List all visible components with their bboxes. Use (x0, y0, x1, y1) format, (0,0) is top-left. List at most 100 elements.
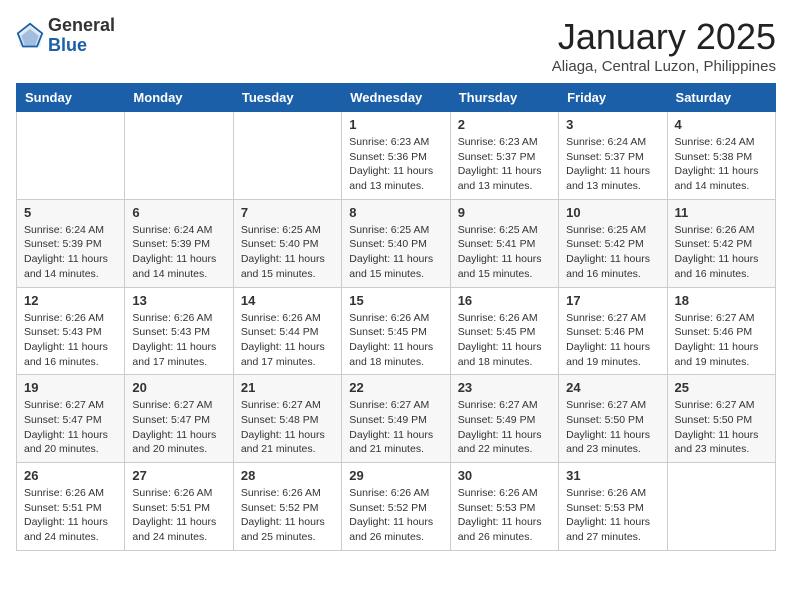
day-number: 9 (458, 205, 551, 220)
day-number: 26 (24, 468, 117, 483)
weekday-header-friday: Friday (559, 84, 667, 112)
calendar-cell: 12Sunrise: 6:26 AM Sunset: 5:43 PM Dayli… (17, 287, 125, 375)
calendar-cell: 28Sunrise: 6:26 AM Sunset: 5:52 PM Dayli… (233, 463, 341, 551)
calendar-cell: 18 Sunrise: 6:27 AM Sunset: 5:46 PM Dayli… (667, 287, 775, 375)
calendar-cell: 4 Sunrise: 6:24 AM Sunset: 5:38 PM Daylig… (667, 112, 775, 200)
calendar-cell (667, 463, 775, 551)
day-number: 15 (349, 293, 442, 308)
calendar-cell: 26 Sunrise: 6:26 AM Sunset: 5:51 PM Dayli… (17, 463, 125, 551)
day-number: 11 (675, 205, 768, 220)
day-info: Sunrise: 6:27 AM Sunset: 5:47 PM Dayligh… (24, 398, 117, 457)
logo-text: General Blue (48, 16, 115, 56)
calendar-cell: 11 Sunrise: 6:26 AM Sunset: 5:42 PM Dayli… (667, 199, 775, 287)
calendar-cell: 29 Sunrise: 6:26 AM Sunset: 5:52 PM Dayli… (342, 463, 450, 551)
calendar-week-4: 19 Sunrise: 6:27 AM Sunset: 5:47 PM Dayli… (17, 375, 776, 463)
calendar-week-1: 1Sunrise: 6:23 AM Sunset: 5:36 PM Daylig… (17, 112, 776, 200)
day-number: 5 (24, 205, 117, 220)
calendar-cell: 8 Sunrise: 6:25 AM Sunset: 5:40 PM Daylig… (342, 199, 450, 287)
calendar-cell: 10Sunrise: 6:25 AM Sunset: 5:42 PM Dayli… (559, 199, 667, 287)
title-area: January 2025 Aliaga, Central Luzon, Phil… (552, 16, 776, 75)
day-info: Sunrise: 6:26 AM Sunset: 5:52 PM Dayligh… (241, 486, 334, 545)
calendar-cell: 16 Sunrise: 6:26 AM Sunset: 5:45 PM Dayli… (450, 287, 558, 375)
day-number: 31 (566, 468, 659, 483)
day-info: Sunrise: 6:27 AM Sunset: 5:50 PM Dayligh… (566, 398, 659, 457)
calendar-cell: 5Sunrise: 6:24 AM Sunset: 5:39 PM Daylig… (17, 199, 125, 287)
day-number: 16 (458, 293, 551, 308)
calendar-cell: 13 Sunrise: 6:26 AM Sunset: 5:43 PM Dayli… (125, 287, 233, 375)
weekday-header-tuesday: Tuesday (233, 84, 341, 112)
calendar-cell: 24 Sunrise: 6:27 AM Sunset: 5:50 PM Dayli… (559, 375, 667, 463)
day-number: 3 (566, 117, 659, 132)
day-number: 19 (24, 380, 117, 395)
day-info: Sunrise: 6:26 AM Sunset: 5:53 PM Dayligh… (566, 486, 659, 545)
day-info: Sunrise: 6:26 AM Sunset: 5:43 PM Dayligh… (132, 311, 225, 370)
day-info: Sunrise: 6:27 AM Sunset: 5:49 PM Dayligh… (458, 398, 551, 457)
weekday-header-monday: Monday (125, 84, 233, 112)
day-number: 21 (241, 380, 334, 395)
day-info: Sunrise: 6:26 AM Sunset: 5:43 PM Dayligh… (24, 311, 117, 370)
day-number: 8 (349, 205, 442, 220)
calendar-cell (233, 112, 341, 200)
calendar-cell: 23Sunrise: 6:27 AM Sunset: 5:49 PM Dayli… (450, 375, 558, 463)
day-number: 24 (566, 380, 659, 395)
calendar-cell (125, 112, 233, 200)
day-info: Sunrise: 6:27 AM Sunset: 5:46 PM Dayligh… (675, 311, 768, 370)
logo-icon (16, 22, 44, 50)
day-number: 25 (675, 380, 768, 395)
calendar-cell: 21 Sunrise: 6:27 AM Sunset: 5:48 PM Dayli… (233, 375, 341, 463)
calendar-cell: 27 Sunrise: 6:26 AM Sunset: 5:51 PM Dayli… (125, 463, 233, 551)
calendar-cell: 9 Sunrise: 6:25 AM Sunset: 5:41 PM Daylig… (450, 199, 558, 287)
day-number: 30 (458, 468, 551, 483)
calendar-cell: 15 Sunrise: 6:26 AM Sunset: 5:45 PM Dayli… (342, 287, 450, 375)
location-title: Aliaga, Central Luzon, Philippines (552, 58, 776, 75)
calendar-cell: 2 Sunrise: 6:23 AM Sunset: 5:37 PM Daylig… (450, 112, 558, 200)
calendar-cell: 31 Sunrise: 6:26 AM Sunset: 5:53 PM Dayli… (559, 463, 667, 551)
calendar-cell: 6Sunrise: 6:24 AM Sunset: 5:39 PM Daylig… (125, 199, 233, 287)
weekday-header-saturday: Saturday (667, 84, 775, 112)
day-number: 20 (132, 380, 225, 395)
day-info: Sunrise: 6:26 AM Sunset: 5:42 PM Dayligh… (675, 223, 768, 282)
day-number: 27 (132, 468, 225, 483)
day-info: Sunrise: 6:26 AM Sunset: 5:53 PM Dayligh… (458, 486, 551, 545)
day-info: Sunrise: 6:26 AM Sunset: 5:45 PM Dayligh… (349, 311, 442, 370)
day-info: Sunrise: 6:25 AM Sunset: 5:40 PM Dayligh… (241, 223, 334, 282)
calendar-cell: 17 Sunrise: 6:27 AM Sunset: 5:46 PM Dayli… (559, 287, 667, 375)
calendar-cell: 7Sunrise: 6:25 AM Sunset: 5:40 PM Daylig… (233, 199, 341, 287)
day-info: Sunrise: 6:27 AM Sunset: 5:46 PM Dayligh… (566, 311, 659, 370)
day-info: Sunrise: 6:26 AM Sunset: 5:52 PM Dayligh… (349, 486, 442, 545)
day-number: 18 (675, 293, 768, 308)
day-number: 17 (566, 293, 659, 308)
day-info: Sunrise: 6:26 AM Sunset: 5:51 PM Dayligh… (24, 486, 117, 545)
calendar-week-3: 12Sunrise: 6:26 AM Sunset: 5:43 PM Dayli… (17, 287, 776, 375)
calendar-week-2: 5Sunrise: 6:24 AM Sunset: 5:39 PM Daylig… (17, 199, 776, 287)
day-number: 29 (349, 468, 442, 483)
logo: General Blue (16, 16, 115, 56)
day-number: 10 (566, 205, 659, 220)
calendar-cell: 20 Sunrise: 6:27 AM Sunset: 5:47 PM Dayli… (125, 375, 233, 463)
day-info: Sunrise: 6:23 AM Sunset: 5:36 PM Dayligh… (349, 135, 442, 194)
weekday-header-row: SundayMondayTuesdayWednesdayThursdayFrid… (17, 84, 776, 112)
calendar-table: SundayMondayTuesdayWednesdayThursdayFrid… (16, 83, 776, 551)
day-info: Sunrise: 6:25 AM Sunset: 5:40 PM Dayligh… (349, 223, 442, 282)
day-info: Sunrise: 6:24 AM Sunset: 5:38 PM Dayligh… (675, 135, 768, 194)
day-number: 13 (132, 293, 225, 308)
calendar-cell: 1Sunrise: 6:23 AM Sunset: 5:36 PM Daylig… (342, 112, 450, 200)
day-info: Sunrise: 6:25 AM Sunset: 5:41 PM Dayligh… (458, 223, 551, 282)
day-number: 6 (132, 205, 225, 220)
day-info: Sunrise: 6:27 AM Sunset: 5:48 PM Dayligh… (241, 398, 334, 457)
day-number: 2 (458, 117, 551, 132)
day-info: Sunrise: 6:26 AM Sunset: 5:45 PM Dayligh… (458, 311, 551, 370)
calendar-cell (17, 112, 125, 200)
day-number: 22 (349, 380, 442, 395)
day-info: Sunrise: 6:26 AM Sunset: 5:51 PM Dayligh… (132, 486, 225, 545)
calendar-cell: 25Sunrise: 6:27 AM Sunset: 5:50 PM Dayli… (667, 375, 775, 463)
calendar-cell: 30 Sunrise: 6:26 AM Sunset: 5:53 PM Dayli… (450, 463, 558, 551)
calendar-cell: 3 Sunrise: 6:24 AM Sunset: 5:37 PM Daylig… (559, 112, 667, 200)
calendar-cell: 19 Sunrise: 6:27 AM Sunset: 5:47 PM Dayli… (17, 375, 125, 463)
weekday-header-sunday: Sunday (17, 84, 125, 112)
day-info: Sunrise: 6:27 AM Sunset: 5:47 PM Dayligh… (132, 398, 225, 457)
day-number: 4 (675, 117, 768, 132)
day-info: Sunrise: 6:23 AM Sunset: 5:37 PM Dayligh… (458, 135, 551, 194)
page-header: General Blue January 2025 Aliaga, Centra… (16, 16, 776, 75)
day-info: Sunrise: 6:24 AM Sunset: 5:37 PM Dayligh… (566, 135, 659, 194)
